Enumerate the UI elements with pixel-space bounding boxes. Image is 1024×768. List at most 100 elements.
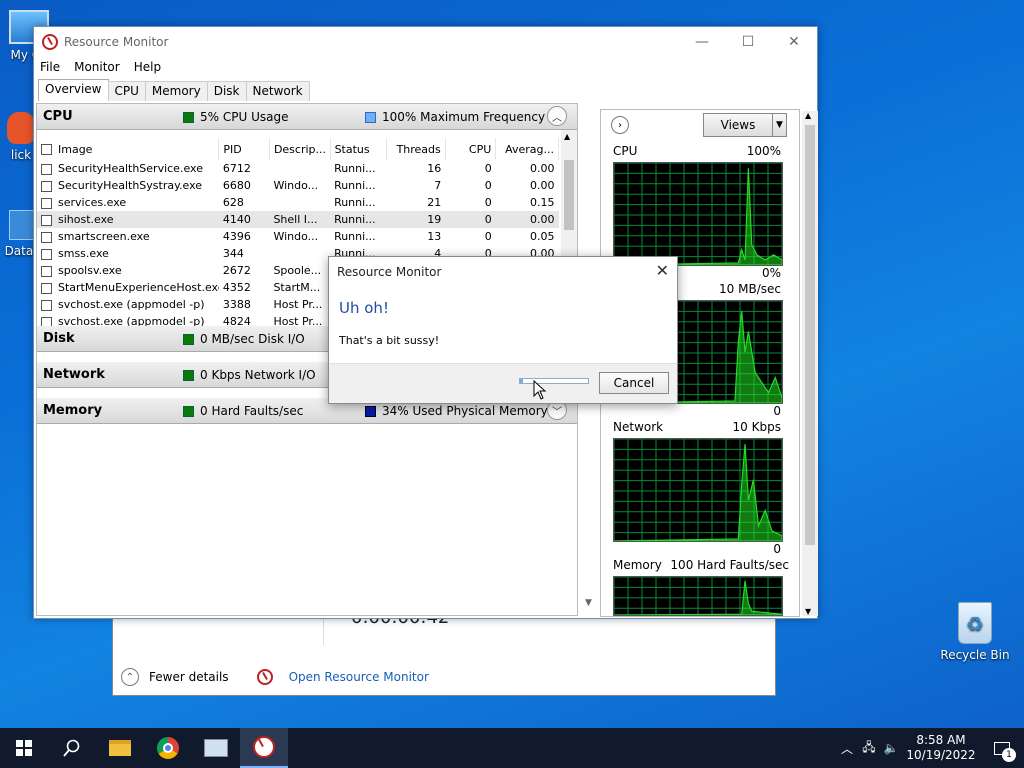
title-bar[interactable]: Resource Monitor — ☐ ✕ (34, 27, 817, 57)
cpu-graph (613, 162, 783, 266)
process-description: StartM... (273, 281, 321, 294)
row-checkbox[interactable] (41, 214, 52, 226)
tab-network[interactable]: Network (245, 81, 310, 101)
clock[interactable]: 8:58 AM 10/19/2022 (902, 733, 980, 763)
resource-monitor-icon (42, 34, 58, 50)
maximize-button[interactable]: ☐ (725, 27, 771, 57)
process-threads: 19 (386, 211, 446, 228)
notification-button[interactable]: 1 (980, 728, 1024, 768)
network-graph (613, 438, 783, 542)
table-row[interactable]: sihost.exe 4140 Shell I... Runni... 19 0 0.00 (37, 211, 559, 228)
scrollbar-thumb[interactable] (805, 125, 815, 545)
table-row[interactable]: SecurityHealthService.exe 6712 Runni... 16 0… (37, 160, 559, 177)
chevron-up-icon[interactable]: ⌃ (121, 668, 139, 686)
table-row[interactable]: services.exe 628 Runni... 21 0 0.15 (37, 194, 559, 211)
row-checkbox[interactable] (41, 265, 52, 277)
disk-io-swatch (183, 333, 194, 345)
network-icon[interactable]: 🖧 (858, 738, 880, 759)
row-checkbox[interactable] (41, 163, 52, 175)
process-image: sihost.exe (37, 211, 219, 228)
cpu-usage-swatch (183, 111, 194, 123)
process-pid: 3388 (222, 298, 251, 311)
taskbar-file-explorer[interactable] (96, 728, 144, 768)
menu-file[interactable]: File (40, 60, 60, 74)
search-button[interactable] (48, 728, 96, 768)
taskbar-chrome[interactable] (144, 728, 192, 768)
physical-memory-swatch (365, 405, 376, 417)
process-status: Runni... (330, 211, 387, 228)
taskbar-resource-monitor[interactable] (240, 728, 288, 768)
process-pid: 6680 (222, 179, 251, 192)
table-row[interactable]: smartscreen.exe 4396 Windo... Runni... 13 0 0.… (37, 228, 559, 245)
row-checkbox[interactable] (41, 248, 52, 260)
row-checkbox[interactable] (41, 282, 52, 294)
graph-canvas (614, 439, 782, 541)
open-resource-monitor-link[interactable]: Open Resource Monitor (289, 670, 429, 684)
views-button[interactable]: Views ▼ (703, 113, 787, 137)
column-header-average[interactable]: Averag... (495, 138, 559, 160)
row-checkbox[interactable] (41, 231, 52, 243)
scroll-down-icon[interactable]: ▼ (805, 607, 811, 616)
start-button[interactable] (0, 728, 48, 768)
dialog-heading: Uh oh! (339, 299, 389, 317)
taskbar-task-manager[interactable] (192, 728, 240, 768)
menu-help[interactable]: Help (134, 60, 161, 74)
row-checkbox[interactable] (41, 197, 52, 209)
process-cpu: 0 (484, 162, 492, 175)
volume-icon[interactable]: 🔈 (880, 741, 902, 755)
process-cpu: 0 (484, 230, 492, 243)
dialog-close-icon[interactable]: ✕ (656, 261, 669, 280)
column-header-threads[interactable]: Threads (386, 138, 446, 160)
graph-disk-max: 10 MB/sec (719, 282, 781, 296)
resource-monitor-icon (253, 736, 275, 758)
process-status: Runni... (334, 179, 376, 192)
scroll-up-icon[interactable]: ▲ (564, 132, 570, 141)
scroll-up-icon[interactable]: ▲ (805, 111, 811, 120)
process-status: Runni... (334, 230, 376, 243)
scrollbar-thumb[interactable] (564, 160, 574, 230)
column-header-description[interactable]: Descrip... (269, 138, 331, 160)
process-pid: 4140 (218, 211, 270, 228)
section-title: Memory (43, 403, 103, 418)
row-checkbox[interactable] (41, 180, 52, 192)
uh-oh-dialog: Resource Monitor ✕ Uh oh! That's a bit s… (328, 256, 678, 404)
column-header-image[interactable]: Image (37, 138, 220, 160)
cancel-button[interactable]: Cancel (599, 372, 669, 394)
dropdown-arrow-icon[interactable]: ▼ (772, 114, 786, 136)
chevron-up-icon[interactable]: ︿ (836, 740, 858, 757)
tab-memory[interactable]: Memory (144, 81, 208, 101)
desktop-icon-recycle-bin[interactable]: ♻ Recycle Bin (940, 602, 1010, 662)
tab-cpu[interactable]: CPU (107, 81, 146, 101)
table-row[interactable]: SecurityHealthSystray.exe 6680 Windo... Run… (37, 177, 559, 194)
process-description (269, 245, 330, 262)
row-checkbox[interactable] (41, 299, 52, 311)
tab-overview[interactable]: Overview (38, 79, 109, 101)
graph-panel-scrollbar[interactable]: ▲ ▼ (802, 111, 818, 616)
mouse-cursor-icon (533, 380, 547, 400)
process-pid: 628 (222, 196, 244, 209)
section-title: Network (43, 367, 105, 382)
column-header-cpu[interactable]: CPU (445, 138, 497, 160)
chevron-right-icon[interactable]: › (611, 116, 629, 134)
close-button[interactable]: ✕ (771, 27, 817, 57)
process-threads: 16 (427, 162, 442, 175)
clock-time: 8:58 AM (916, 733, 966, 747)
process-average-cpu: 0.05 (530, 230, 555, 243)
tab-strip: Overview CPU Memory Disk Network (38, 79, 310, 101)
process-threads: 7 (434, 179, 442, 192)
menu-monitor[interactable]: Monitor (74, 60, 120, 74)
scroll-down-icon[interactable]: ▼ (585, 598, 592, 608)
section-title: Disk (43, 331, 75, 346)
minimize-button[interactable]: — (679, 27, 725, 57)
column-header-pid[interactable]: PID (218, 138, 270, 160)
disk-io-text: 0 MB/sec Disk I/O (200, 331, 305, 346)
select-all-checkbox[interactable] (41, 144, 52, 155)
cpu-section-header[interactable]: CPU 5% CPU Usage 100% Maximum Frequency … (37, 104, 577, 130)
column-header-status[interactable]: Status (330, 138, 388, 160)
process-description: Host Pr... (273, 298, 323, 311)
fewer-details-link[interactable]: Fewer details (149, 670, 229, 684)
hard-faults-swatch (183, 405, 194, 417)
chevron-up-icon[interactable]: ︿ (547, 106, 567, 126)
tab-disk[interactable]: Disk (206, 81, 247, 101)
window-title: Resource Monitor (64, 35, 169, 49)
